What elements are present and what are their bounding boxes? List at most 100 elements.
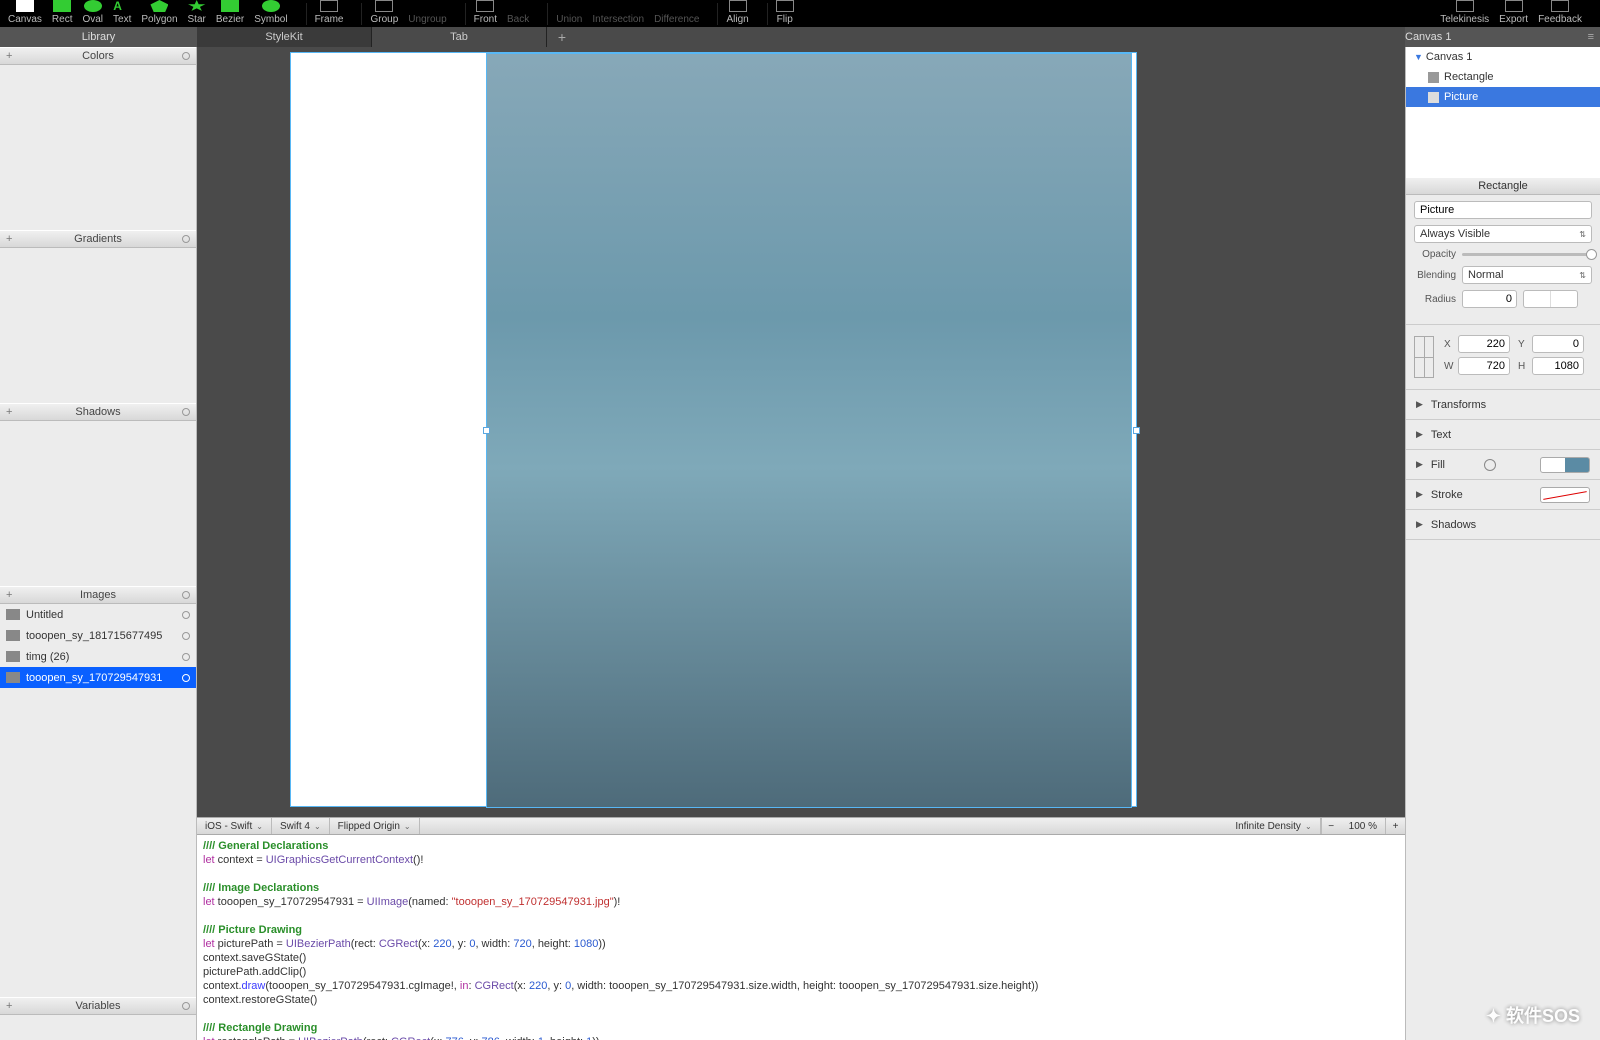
chevron-right-icon: ▶ xyxy=(1416,489,1423,500)
fill-accordion[interactable]: ▶Fill xyxy=(1406,450,1600,480)
inspector-sidebar: ▼Canvas 1 Rectangle Picture Rectangle Al… xyxy=(1405,47,1600,1040)
tool-telekinesis[interactable]: Telekinesis xyxy=(1440,0,1489,25)
tool-front[interactable]: Front xyxy=(474,0,497,25)
layer-item[interactable]: Picture xyxy=(1406,87,1600,107)
tool-back[interactable]: Back xyxy=(507,0,529,25)
tool-text[interactable]: AText xyxy=(113,0,131,25)
tool-ungroup[interactable]: Ungroup xyxy=(408,0,446,25)
tab-add-button[interactable]: + xyxy=(547,27,577,47)
code-output[interactable]: //// General Declarations let context = … xyxy=(197,835,1405,1040)
w-input[interactable] xyxy=(1458,357,1510,375)
tool-difference[interactable]: Difference xyxy=(654,0,699,25)
y-input[interactable] xyxy=(1532,335,1584,353)
variables-section-header[interactable]: +Variables xyxy=(0,997,196,1015)
zoom-in-button[interactable]: + xyxy=(1385,818,1405,834)
image-item[interactable]: tooopen_sy_170729547931 xyxy=(0,667,196,688)
shadows-accordion[interactable]: ▶Shadows xyxy=(1406,510,1600,540)
chevron-right-icon: ▶ xyxy=(1416,459,1423,470)
plus-icon[interactable]: + xyxy=(6,589,12,601)
tool-align[interactable]: Align xyxy=(726,0,748,25)
platform-select[interactable]: iOS - Swift⌄ xyxy=(197,818,272,834)
stroke-accordion[interactable]: ▶Stroke xyxy=(1406,480,1600,510)
code-toolbar: iOS - Swift⌄ Swift 4⌄ Flipped Origin⌄ In… xyxy=(197,817,1405,835)
gradients-section-header[interactable]: +Gradients xyxy=(0,230,196,248)
plus-icon[interactable]: + xyxy=(6,1000,12,1012)
transforms-accordion[interactable]: ▶Transforms xyxy=(1406,390,1600,420)
plus-icon[interactable]: + xyxy=(6,406,12,418)
layer-canvas-root[interactable]: ▼Canvas 1 xyxy=(1406,47,1600,67)
image-item[interactable]: Untitled xyxy=(0,604,196,625)
chevron-down-icon: ⌄ xyxy=(404,822,411,831)
visibility-select[interactable]: Always Visible⇅ xyxy=(1414,225,1592,243)
radius-label: Radius xyxy=(1414,294,1462,305)
layers-panel: ▼Canvas 1 Rectangle Picture xyxy=(1406,47,1600,177)
colors-section-header[interactable]: +Colors xyxy=(0,47,196,65)
disclosure-icon[interactable] xyxy=(182,591,190,599)
gear-icon[interactable] xyxy=(1484,459,1496,471)
opacity-slider[interactable] xyxy=(1462,253,1592,256)
disclosure-icon[interactable] xyxy=(182,653,190,661)
disclosure-icon[interactable] xyxy=(182,1002,190,1010)
shadows-section-header[interactable]: +Shadows xyxy=(0,403,196,421)
disclosure-icon[interactable] xyxy=(182,235,190,243)
inspector-header: Rectangle xyxy=(1406,177,1600,195)
anchor-widget[interactable] xyxy=(1414,336,1434,378)
tool-star[interactable]: Star xyxy=(188,0,206,25)
tool-feedback[interactable]: Feedback xyxy=(1538,0,1582,25)
main-toolbar: Canvas Rect Oval AText Polygon Star Bezi… xyxy=(0,0,1600,27)
disclosure-icon[interactable] xyxy=(182,674,190,682)
stroke-swatch[interactable] xyxy=(1540,487,1590,503)
image-thumb-icon xyxy=(6,609,20,620)
tool-rect[interactable]: Rect xyxy=(52,0,73,25)
plus-icon[interactable]: + xyxy=(6,50,12,62)
picture-shape[interactable] xyxy=(486,53,1132,808)
tool-union[interactable]: Union xyxy=(556,0,582,25)
tool-canvas[interactable]: Canvas xyxy=(8,0,42,25)
tab-stylekit[interactable]: StyleKit xyxy=(197,27,372,47)
disclosure-icon[interactable] xyxy=(182,611,190,619)
shape-name-input[interactable] xyxy=(1414,201,1592,219)
chevron-right-icon: ▶ xyxy=(1416,519,1423,530)
text-accordion[interactable]: ▶Text xyxy=(1406,420,1600,450)
tool-polygon[interactable]: Polygon xyxy=(141,0,177,25)
artboard[interactable] xyxy=(290,52,1137,807)
radius-input[interactable] xyxy=(1462,290,1517,308)
image-thumb-icon xyxy=(6,630,20,641)
disclosure-icon[interactable] xyxy=(182,52,190,60)
chevron-right-icon: ▶ xyxy=(1416,399,1423,410)
images-section-header[interactable]: +Images xyxy=(0,586,196,604)
plus-icon[interactable]: + xyxy=(6,233,12,245)
zoom-level: 100 % xyxy=(1341,818,1385,834)
tool-frame[interactable]: Frame xyxy=(315,0,344,25)
canvas-viewport[interactable] xyxy=(197,47,1405,817)
image-item[interactable]: tooopen_sy_181715677495 xyxy=(0,625,196,646)
origin-select[interactable]: Flipped Origin⌄ xyxy=(330,818,420,834)
chevron-updown-icon: ⇅ xyxy=(1579,230,1586,239)
disclosure-icon[interactable] xyxy=(182,408,190,416)
x-input[interactable] xyxy=(1458,335,1510,353)
tool-group[interactable]: Group xyxy=(370,0,398,25)
watermark: ✦ 软件SOS xyxy=(1486,1002,1580,1028)
zoom-out-button[interactable]: − xyxy=(1321,818,1341,834)
blending-select[interactable]: Normal⇅ xyxy=(1462,266,1592,284)
h-input[interactable] xyxy=(1532,357,1584,375)
density-select[interactable]: Infinite Density⌄ xyxy=(1227,818,1320,834)
chevron-down-icon: ⌄ xyxy=(256,822,263,831)
library-tab-header: Library xyxy=(0,27,197,47)
radius-corners-toggle[interactable] xyxy=(1523,290,1578,308)
layer-item[interactable]: Rectangle xyxy=(1406,67,1600,87)
tool-export[interactable]: Export xyxy=(1499,0,1528,25)
tab-tab[interactable]: Tab xyxy=(372,27,547,47)
tool-flip[interactable]: Flip xyxy=(776,0,794,25)
fill-swatch[interactable] xyxy=(1540,457,1590,473)
tool-bezier[interactable]: Bezier xyxy=(216,0,244,25)
lang-select[interactable]: Swift 4⌄ xyxy=(272,818,330,834)
tab-strip: Library StyleKit Tab + Canvas 1≡ xyxy=(0,27,1600,47)
disclosure-icon[interactable] xyxy=(182,632,190,640)
layer-thumb-icon xyxy=(1428,92,1439,103)
tool-intersection[interactable]: Intersection xyxy=(592,0,644,25)
canvas-name-header[interactable]: Canvas 1≡ xyxy=(1405,27,1600,47)
tool-symbol[interactable]: Symbol xyxy=(254,0,287,25)
tool-oval[interactable]: Oval xyxy=(82,0,103,25)
image-item[interactable]: timg (26) xyxy=(0,646,196,667)
